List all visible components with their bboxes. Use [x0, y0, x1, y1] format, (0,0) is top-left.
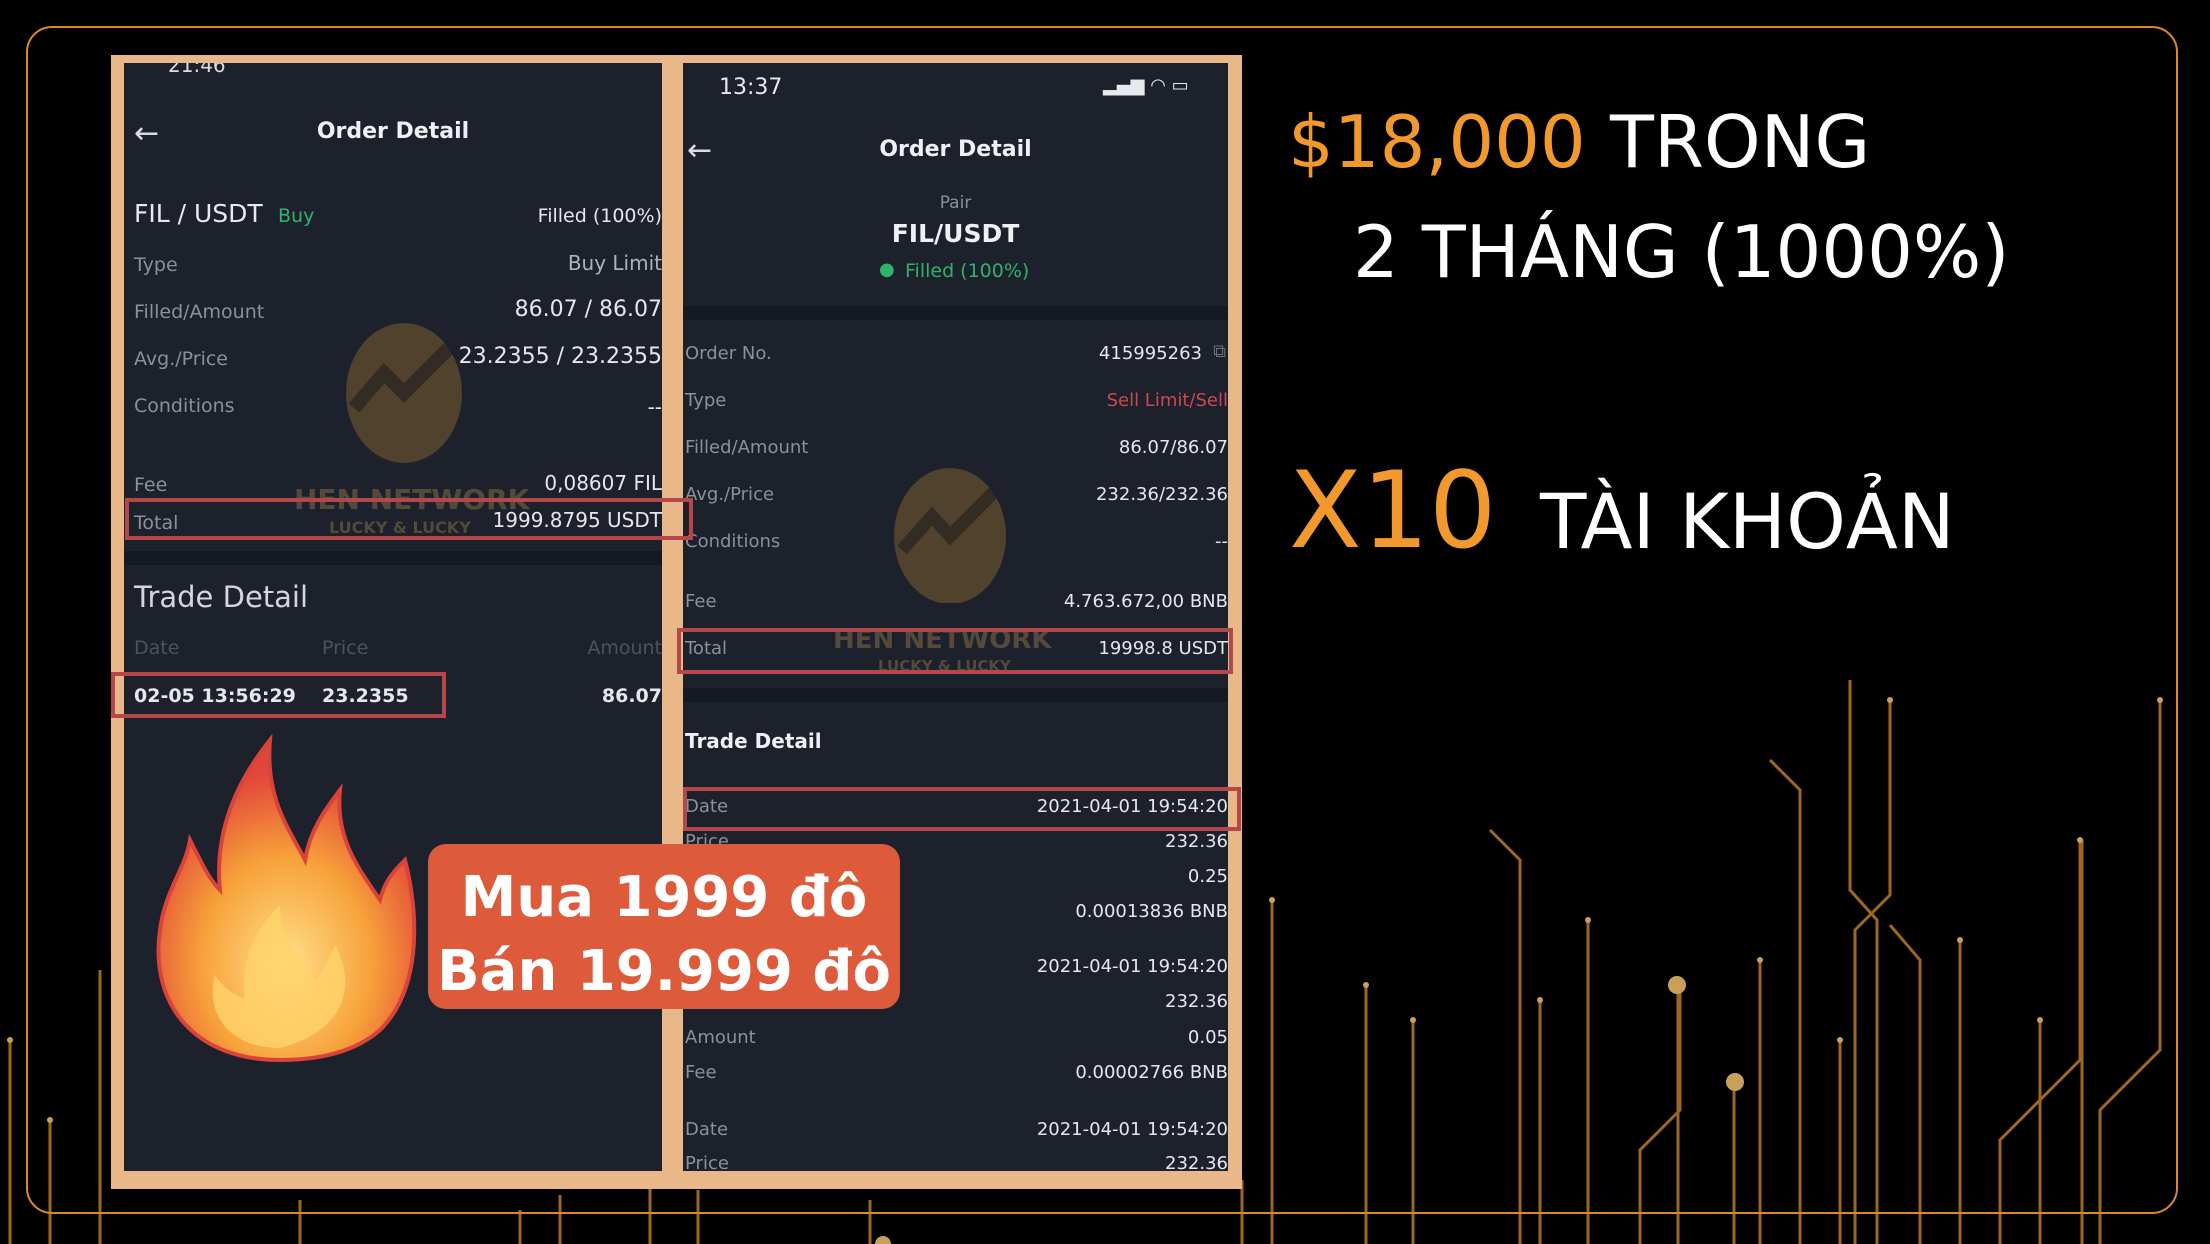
trade-label: Amount: [685, 1027, 756, 1048]
row-value: 415995263: [1098, 343, 1202, 364]
headline-trong: TRONG: [1610, 100, 1871, 184]
col-date: Date: [134, 637, 180, 659]
row-label: Avg./Price: [134, 348, 228, 370]
pair-value: FIL/USDT: [891, 219, 1020, 248]
col-amount: Amount: [587, 637, 662, 659]
row-value: 4.763.672,00 BNB: [1063, 591, 1228, 612]
trade-value: 0.25: [1187, 866, 1228, 887]
trade-detail-title: Trade Detail: [685, 729, 822, 753]
trade-value: 0.00013836 BNB: [1075, 901, 1228, 922]
headline-accounts: TÀI KHOẢN: [1540, 477, 1955, 566]
total-highlight-left: [125, 498, 693, 540]
row-value: Sell Limit/Sell: [1106, 390, 1228, 411]
trade-label: Fee: [685, 1062, 717, 1083]
row-value: 86.07 / 86.07: [514, 297, 662, 322]
row-label: Fee: [685, 591, 717, 612]
trade-amount: 86.07: [601, 685, 662, 707]
trade-value: 232.36: [1165, 831, 1228, 852]
row-label: Type: [134, 254, 178, 276]
row-label: Fee: [134, 474, 168, 496]
row-value: 232.36/232.36: [1095, 484, 1228, 505]
trade-label: Date: [685, 1119, 729, 1140]
headline-amount: $18,000: [1288, 100, 1586, 184]
status-text: Filled (100%): [537, 205, 662, 227]
page-title: Order Detail: [316, 119, 470, 144]
slide: 21:46 ← Order Detail FIL / USDT Buy Fill…: [0, 0, 2210, 1244]
row-value: Buy Limit: [567, 251, 662, 275]
fire-icon: [156, 733, 417, 1063]
row-label: Avg./Price: [685, 484, 775, 505]
egg-logo-watermark: [894, 468, 1006, 603]
status-time: 21:46: [168, 63, 226, 77]
row-value: 0,08607 FIL: [544, 471, 662, 495]
page-title: Order Detail: [879, 137, 1032, 162]
row-label: Order No.: [685, 343, 772, 364]
egg-logo-watermark: [346, 323, 462, 463]
col-price: Price: [322, 637, 369, 659]
date-highlight-right: [683, 787, 1241, 831]
section-divider: [683, 688, 1228, 702]
check-circle-icon: ●: [879, 259, 895, 280]
trade-value: 2021-04-01 19:54:20: [1036, 1119, 1228, 1140]
trade-value: 0.05: [1187, 1027, 1228, 1048]
trade-value: 232.36: [1165, 991, 1228, 1012]
headline-duration: 2 THÁNG (1000%): [1353, 210, 2010, 294]
side-badge: Buy: [278, 205, 315, 227]
row-value: 86.07/86.07: [1118, 437, 1228, 458]
row-label: Conditions: [685, 531, 781, 552]
status-time: 13:37: [719, 75, 783, 100]
trade-value: 232.36: [1165, 1153, 1228, 1172]
section-divider: [683, 306, 1228, 320]
callout-buy: Mua 1999 đô: [460, 865, 868, 930]
signal-wifi-battery-icon: ▂▄▆ ◠ ▭: [1103, 75, 1189, 96]
buy-sell-callout: Mua 1999 đô Bán 19.999 đô: [428, 844, 900, 1009]
section-divider: [124, 551, 662, 565]
trade-value: 2021-04-01 19:54:20: [1036, 956, 1228, 977]
row-value: --: [1215, 531, 1228, 552]
trade-label: Price: [685, 1153, 729, 1172]
trade-highlight-left: [111, 672, 446, 718]
row-label: Filled/Amount: [134, 301, 265, 323]
pair-caption: Pair: [939, 193, 972, 213]
row-label: Type: [685, 390, 727, 411]
callout-sell: Bán 19.999 đô: [437, 939, 891, 1004]
trade-value: 0.00002766 BNB: [1075, 1062, 1228, 1083]
copy-icon[interactable]: ⧉: [1213, 343, 1226, 361]
status-text: Filled (100%): [905, 260, 1030, 282]
row-value: --: [647, 395, 662, 419]
headline-multiplier: X10: [1289, 449, 1497, 572]
row-label: Filled/Amount: [685, 437, 809, 458]
trade-detail-title: Trade Detail: [134, 580, 309, 614]
row-value: 23.2355 / 23.2355: [458, 344, 662, 369]
row-label: Conditions: [134, 395, 235, 417]
pair-label: FIL / USDT: [134, 199, 263, 228]
total-highlight-right: [677, 628, 1233, 674]
